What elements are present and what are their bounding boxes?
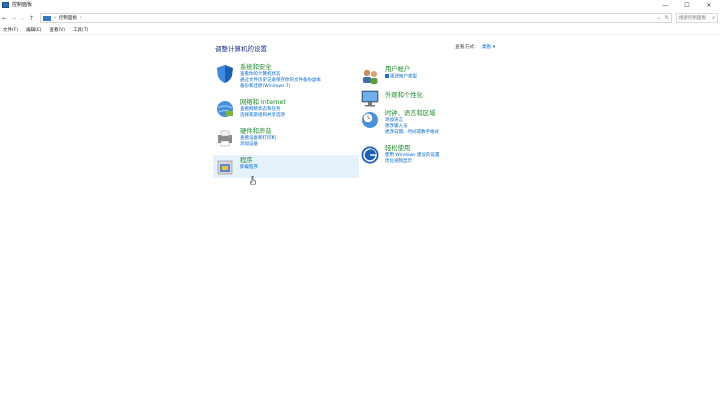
programs-icon — [215, 157, 235, 177]
link-add-device[interactable]: 添加设备 — [240, 142, 276, 148]
control-panel-icon — [2, 2, 9, 8]
users-icon — [360, 66, 380, 86]
view-by-dropdown[interactable]: 类别 ▾ — [482, 45, 496, 50]
back-button[interactable]: ← — [0, 13, 9, 23]
search-input[interactable]: 搜索控制面板 ⌕ — [676, 13, 718, 23]
category-ease-of-access: 轻松使用 使用 Windows 建议的设置 优化视频显示 — [360, 145, 500, 165]
clock-globe-icon — [360, 110, 380, 130]
category-hardware-sound: 硬件和声音 查看设备和打印机 添加设备 — [215, 128, 355, 148]
hand-cursor-icon — [249, 170, 256, 186]
menu-edit[interactable]: 编辑(E) — [26, 26, 41, 35]
category-user-accounts: 用户帐户 更改帐户类型 — [360, 66, 500, 86]
category-network-internet: 网络和 Internet 查看网络状态和任务 选择家庭组和共享选项 — [215, 99, 355, 119]
address-bar[interactable]: › 控制面板 › ⌄ ↻ — [40, 13, 672, 23]
category-programs[interactable]: 程序 卸载程序 — [213, 155, 359, 178]
minimize-button[interactable]: — — [654, 0, 676, 10]
link-homegroup[interactable]: 选择家庭组和共享选项 — [240, 113, 286, 119]
maximize-button[interactable]: ☐ — [676, 0, 698, 10]
category-title[interactable]: 用户帐户 — [385, 66, 417, 74]
category-title[interactable]: 轻松使用 — [385, 145, 439, 153]
menu-file[interactable]: 文件(F) — [3, 26, 18, 35]
link-optimize-display[interactable]: 优化视频显示 — [385, 159, 439, 165]
refresh-icon[interactable]: ↻ — [665, 15, 669, 21]
search-icon[interactable]: ⌕ — [712, 15, 715, 21]
category-system-security: 系统和安全 查看你的计算机状态 通过文件历史记录保存你的文件备份副本 备份和还原… — [215, 64, 355, 90]
address-dropdown-icon[interactable]: ⌄ — [657, 15, 661, 21]
printer-icon — [215, 128, 235, 148]
menu-bar: 文件(F) 编辑(E) 查看(V) 工具(T) — [0, 26, 720, 35]
view-by-label: 查看方式: — [455, 45, 476, 50]
link-backup-restore[interactable]: 备份和还原(Windows 7) — [240, 84, 321, 90]
category-title[interactable]: 硬件和声音 — [240, 128, 276, 136]
category-title[interactable]: 时钟、语言和区域 — [385, 110, 439, 118]
search-placeholder: 搜索控制面板 — [679, 16, 706, 21]
ease-of-access-icon — [360, 145, 380, 165]
category-clock-language-region: 时钟、语言和区域 添加语言 更改输入法 更改日期、时间或数字格式 — [360, 110, 500, 136]
uac-shield-icon — [385, 74, 389, 78]
network-globe-icon — [215, 99, 235, 119]
breadcrumb-separator-icon: › — [80, 15, 82, 21]
menu-view[interactable]: 查看(V) — [49, 26, 65, 35]
control-panel-icon — [43, 15, 51, 21]
category-title[interactable]: 网络和 Internet — [240, 99, 286, 107]
page-title: 调整计算机的设置 — [215, 45, 267, 53]
up-button[interactable]: ↑ — [27, 13, 36, 23]
close-button[interactable]: ✕ — [698, 0, 720, 10]
link-change-account-type[interactable]: 更改帐户类型 — [390, 75, 417, 80]
window-controls: — ☐ ✕ — [654, 0, 720, 10]
category-appearance: 外观和个性化 — [360, 88, 500, 108]
window-title: 控制面板 — [12, 2, 33, 8]
view-by: 查看方式: 类别 ▾ — [455, 43, 495, 50]
navigation-bar: ← → ⌄ ↑ › 控制面板 › ⌄ ↻ 搜索控制面板 ⌕ — [0, 12, 720, 24]
menu-tools[interactable]: 工具(T) — [73, 26, 88, 35]
category-title[interactable]: 程序 — [240, 157, 258, 165]
title-bar: 控制面板 — ☐ ✕ — [0, 0, 720, 10]
link-change-date-time-format[interactable]: 更改日期、时间或数字格式 — [385, 130, 439, 136]
monitor-icon — [360, 88, 380, 108]
breadcrumb-control-panel[interactable]: 控制面板 — [59, 15, 77, 21]
shield-icon — [215, 64, 235, 84]
forward-button[interactable]: → — [9, 13, 18, 23]
breadcrumb-separator-icon: › — [54, 15, 56, 21]
recent-locations-button[interactable]: ⌄ — [18, 13, 27, 23]
category-title[interactable]: 外观和个性化 — [385, 92, 423, 100]
category-title[interactable]: 系统和安全 — [240, 64, 321, 72]
